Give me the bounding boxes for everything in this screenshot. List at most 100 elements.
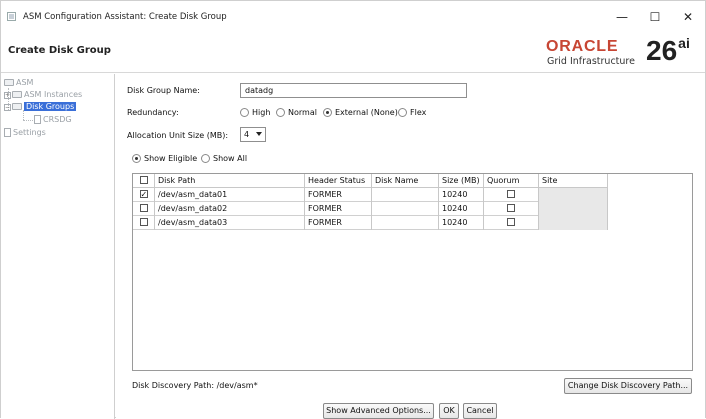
page-header: Create Disk Group ORACLE Grid Infrastruc…	[1, 32, 705, 73]
tree-item-crsdg[interactable]: CRSDG	[34, 114, 72, 125]
au-size-value: 4	[244, 130, 250, 139]
minimize-icon[interactable]: —	[606, 6, 638, 28]
show-all-radio[interactable]: Show All	[201, 154, 247, 163]
cancel-button[interactable]: Cancel	[463, 403, 497, 419]
radio-label: Show Eligible	[144, 154, 198, 163]
quorum-checkbox[interactable]	[507, 204, 515, 212]
tree-item-settings[interactable]: Settings	[4, 127, 46, 138]
folder-icon	[12, 91, 22, 98]
brand-version-number: 26	[646, 35, 678, 66]
collapse-minus-icon[interactable]: −	[4, 104, 11, 111]
quorum-checkbox[interactable]	[507, 190, 515, 198]
row-checkbox-checked[interactable]	[139, 188, 148, 201]
quorum-cell[interactable]	[484, 188, 539, 202]
select-all-checkbox[interactable]	[139, 176, 148, 184]
column-header-site[interactable]: Site	[539, 174, 608, 188]
radio-icon	[201, 154, 210, 163]
table-row[interactable]: /dev/asm_data03 FORMER 10240	[133, 216, 608, 230]
column-header-disk-name[interactable]: Disk Name	[372, 174, 439, 188]
dropdown-arrow-icon	[256, 132, 262, 136]
disk-name-cell[interactable]	[372, 202, 439, 216]
quorum-checkbox[interactable]	[507, 218, 515, 226]
radio-label: Flex	[410, 108, 427, 117]
column-header-size[interactable]: Size (MB)	[439, 174, 484, 188]
disk-group-name-label: Disk Group Name:	[127, 86, 200, 95]
table-header: Disk Path Header Status Disk Name Size (…	[133, 174, 608, 188]
brand-version-suffix: ai	[678, 35, 690, 51]
page-title: Create Disk Group	[8, 45, 111, 56]
brand-version: 26ai	[646, 35, 690, 67]
column-header-quorum[interactable]: Quorum	[484, 174, 539, 188]
tree-item-label: ASM	[16, 78, 34, 87]
redundancy-flex-radio[interactable]: Flex	[398, 108, 426, 117]
folder-icon	[12, 103, 22, 110]
tree-item-asm-instances[interactable]: + ASM Instances	[4, 89, 82, 100]
redundancy-high-radio[interactable]: High	[240, 108, 270, 117]
size-cell: 10240	[439, 216, 484, 230]
row-select-cell[interactable]	[133, 216, 155, 230]
disk-group-icon	[34, 115, 41, 124]
title-bar: ASM Configuration Assistant: Create Disk…	[1, 1, 705, 31]
site-cell	[539, 188, 608, 202]
disk-name-cell[interactable]	[372, 188, 439, 202]
tree-connector	[23, 120, 33, 121]
row-checkbox[interactable]	[139, 204, 148, 212]
app-icon	[7, 12, 16, 21]
quorum-cell[interactable]	[484, 216, 539, 230]
radio-label: High	[252, 108, 271, 117]
main-content: Disk Group Name: datadg Redundancy: High…	[116, 74, 705, 419]
disk-path-cell: /dev/asm_data03	[155, 216, 305, 230]
tree-item-asm[interactable]: ASM	[4, 77, 33, 88]
au-size-select[interactable]: 4	[240, 127, 266, 142]
tree-item-label: ASM Instances	[24, 90, 83, 99]
ok-button[interactable]: OK	[439, 403, 459, 419]
radio-icon	[276, 108, 285, 117]
radio-label: Show All	[213, 154, 248, 163]
select-all-cell[interactable]	[133, 174, 155, 188]
change-discovery-path-button[interactable]: Change Disk Discovery Path...	[564, 378, 692, 394]
site-cell	[539, 216, 608, 230]
navigation-tree: ASM + ASM Instances − Disk Groups CRSDG Se…	[1, 74, 115, 419]
folder-icon	[4, 79, 14, 86]
column-header-disk-path[interactable]: Disk Path	[155, 174, 305, 188]
show-advanced-options-button[interactable]: Show Advanced Options...	[323, 403, 434, 419]
header-status-cell: FORMER	[305, 216, 372, 230]
table-row[interactable]: /dev/asm_data01 FORMER 10240	[133, 188, 608, 202]
show-eligible-radio[interactable]: Show Eligible	[132, 154, 197, 163]
row-checkbox[interactable]	[139, 218, 148, 226]
radio-icon	[240, 108, 249, 117]
close-icon[interactable]: ✕	[672, 6, 704, 28]
disk-path-cell: /dev/asm_data01	[155, 188, 305, 202]
size-cell: 10240	[439, 202, 484, 216]
brand-company: ORACLE	[546, 38, 619, 55]
disk-table: Disk Path Header Status Disk Name Size (…	[132, 173, 693, 371]
row-select-cell[interactable]	[133, 202, 155, 216]
redundancy-label: Redundancy:	[127, 108, 179, 117]
tree-item-label: Disk Groups	[24, 102, 77, 111]
redundancy-external-radio[interactable]: External (None)	[323, 108, 398, 117]
header-status-cell: FORMER	[305, 202, 372, 216]
table-row[interactable]: /dev/asm_data02 FORMER 10240	[133, 202, 608, 216]
size-cell: 10240	[439, 188, 484, 202]
column-header-header-status[interactable]: Header Status	[305, 174, 372, 188]
quorum-cell[interactable]	[484, 202, 539, 216]
radio-selected-icon	[323, 108, 332, 117]
radio-label: Normal	[288, 108, 317, 117]
site-cell	[539, 202, 608, 216]
brand-product: Grid Infrastructure	[547, 56, 635, 67]
discovery-path-text: Disk Discovery Path: /dev/asm*	[132, 381, 258, 390]
expand-plus-icon[interactable]: +	[4, 92, 11, 99]
row-select-cell[interactable]	[133, 188, 155, 202]
radio-icon	[398, 108, 407, 117]
disk-name-cell[interactable]	[372, 216, 439, 230]
redundancy-normal-radio[interactable]: Normal	[276, 108, 317, 117]
window-title: ASM Configuration Assistant: Create Disk…	[23, 12, 227, 22]
tree-item-label: Settings	[13, 128, 46, 137]
app-window: ASM Configuration Assistant: Create Disk…	[0, 0, 706, 419]
disk-group-name-input[interactable]: datadg	[240, 83, 467, 98]
maximize-icon[interactable]: ☐	[639, 6, 671, 28]
au-size-label: Allocation Unit Size (MB):	[127, 131, 229, 140]
tree-item-disk-groups[interactable]: − Disk Groups	[4, 101, 77, 112]
oracle-logo: ORACLE Grid Infrastructure 26ai	[546, 35, 701, 70]
tree-item-label: CRSDG	[43, 115, 72, 124]
